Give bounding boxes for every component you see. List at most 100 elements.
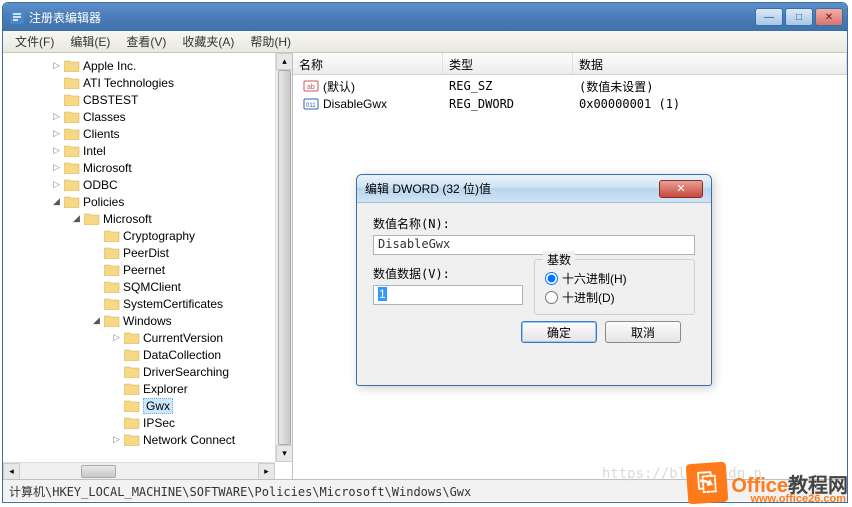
- tree-label: Apple Inc.: [83, 59, 136, 73]
- tree-item[interactable]: ◢Microsoft: [3, 210, 292, 227]
- tree-item[interactable]: PeerDist: [3, 244, 292, 261]
- tree-label: Classes: [83, 110, 126, 124]
- tree-item[interactable]: ▷ CurrentVersion: [3, 329, 292, 346]
- tree-label: SQMClient: [123, 280, 181, 294]
- expander-icon[interactable]: [91, 264, 102, 275]
- radio-hex-input[interactable]: [545, 272, 558, 285]
- expander-icon[interactable]: [111, 417, 122, 428]
- tree-item[interactable]: SystemCertificates: [3, 295, 292, 312]
- expander-closed-icon[interactable]: ▷: [51, 145, 62, 156]
- tree-item[interactable]: ▷ Apple Inc.: [3, 57, 292, 74]
- titlebar[interactable]: 注册表编辑器 — □ ✕: [3, 3, 847, 31]
- col-name[interactable]: 名称: [293, 53, 443, 74]
- expander-open-icon[interactable]: ◢: [71, 213, 82, 224]
- logo-badge: ⎘ Office教程网 www.office26.com: [687, 463, 848, 503]
- radio-dec[interactable]: 十进制(D): [545, 289, 684, 306]
- expander-icon[interactable]: [111, 366, 122, 377]
- tree-label: CBSTEST: [83, 93, 138, 107]
- expander-closed-icon[interactable]: ▷: [51, 60, 62, 71]
- tree-item[interactable]: ◢ Policies: [3, 193, 292, 210]
- tree-item[interactable]: DriverSearching: [3, 363, 292, 380]
- value-name: (默认): [323, 78, 355, 95]
- menu-favorites[interactable]: 收藏夹(A): [174, 31, 242, 52]
- tree-item[interactable]: ▷Network Connect: [3, 431, 292, 448]
- menu-file[interactable]: 文件(F): [7, 31, 62, 52]
- tree-vertical-scrollbar[interactable]: ▴ ▾: [275, 53, 292, 462]
- scroll-thumb[interactable]: [81, 465, 116, 478]
- scroll-left-icon[interactable]: ◂: [3, 463, 20, 480]
- tree-label: Windows: [123, 314, 172, 328]
- scroll-thumb[interactable]: [278, 70, 291, 445]
- expander-closed-icon[interactable]: ▷: [111, 332, 122, 343]
- tree-item[interactable]: ◢ Windows: [3, 312, 292, 329]
- tree-item[interactable]: ▷ Intel: [3, 142, 292, 159]
- tree-item[interactable]: SQMClient: [3, 278, 292, 295]
- tree-item[interactable]: Peernet: [3, 261, 292, 278]
- tree-item[interactable]: ATI Technologies: [3, 74, 292, 91]
- list-header: 名称 类型 数据: [293, 53, 847, 75]
- expander-closed-icon[interactable]: ▷: [111, 434, 122, 445]
- expander-icon[interactable]: [91, 281, 102, 292]
- tree-item[interactable]: DataCollection: [3, 346, 292, 363]
- expander-icon[interactable]: [91, 247, 102, 258]
- close-button[interactable]: ✕: [815, 8, 843, 26]
- radio-dec-input[interactable]: [545, 291, 558, 304]
- tree-item[interactable]: ▷ODBC: [3, 176, 292, 193]
- tree-item[interactable]: ▷ Microsoft: [3, 159, 292, 176]
- col-data[interactable]: 数据: [573, 53, 847, 74]
- tree-item[interactable]: Explorer: [3, 380, 292, 397]
- expander-closed-icon[interactable]: ▷: [51, 179, 62, 190]
- tree-item[interactable]: Gwx: [3, 397, 292, 414]
- col-type[interactable]: 类型: [443, 53, 573, 74]
- expander-icon[interactable]: [91, 298, 102, 309]
- expander-icon[interactable]: [91, 230, 102, 241]
- base-group: 基数 十六进制(H) 十进制(D): [534, 259, 695, 315]
- tree-item[interactable]: ▷Clients: [3, 125, 292, 142]
- cancel-button[interactable]: 取消: [605, 321, 681, 343]
- tree-item[interactable]: IPSec: [3, 414, 292, 431]
- menu-edit[interactable]: 编辑(E): [62, 31, 118, 52]
- value-name-label: 数值名称(N):: [373, 215, 695, 232]
- radio-hex[interactable]: 十六进制(H): [545, 270, 684, 287]
- base-label: 基数: [543, 251, 575, 268]
- expander-closed-icon[interactable]: ▷: [51, 128, 62, 139]
- expander-icon[interactable]: [51, 94, 62, 105]
- expander-closed-icon[interactable]: ▷: [51, 111, 62, 122]
- expander-icon[interactable]: [51, 77, 62, 88]
- expander-icon[interactable]: [111, 400, 122, 411]
- scroll-right-icon[interactable]: ▸: [258, 463, 275, 480]
- list-row[interactable]: ab(默认)REG_SZ(数值未设置): [293, 77, 847, 95]
- tree-pane[interactable]: ▷ Apple Inc.ATI Technologies CBSTEST ▷ Class…: [3, 53, 293, 479]
- app-icon: [9, 9, 25, 25]
- tree-label: CurrentVersion: [143, 331, 223, 345]
- expander-closed-icon[interactable]: ▷: [51, 162, 62, 173]
- maximize-button[interactable]: □: [785, 8, 813, 26]
- value-name-field[interactable]: DisableGwx: [373, 235, 695, 255]
- scroll-down-icon[interactable]: ▾: [276, 445, 293, 462]
- tree-item[interactable]: Cryptography: [3, 227, 292, 244]
- tree-label: Policies: [83, 195, 124, 209]
- window-title: 注册表编辑器: [29, 9, 753, 26]
- expander-icon[interactable]: [111, 349, 122, 360]
- list-row[interactable]: 011DisableGwxREG_DWORD0x00000001 (1): [293, 95, 847, 113]
- scroll-up-icon[interactable]: ▴: [276, 53, 293, 70]
- dialog-close-button[interactable]: ✕: [659, 180, 703, 198]
- menu-view[interactable]: 查看(V): [118, 31, 174, 52]
- tree-label: Microsoft: [83, 161, 132, 175]
- tree-label: Explorer: [143, 382, 188, 396]
- expander-icon[interactable]: [111, 383, 122, 394]
- value-data-input[interactable]: 1: [373, 285, 523, 305]
- menu-help[interactable]: 帮助(H): [242, 31, 299, 52]
- tree-item[interactable]: ▷ Classes: [3, 108, 292, 125]
- dialog-titlebar[interactable]: 编辑 DWORD (32 位)值 ✕: [357, 175, 711, 203]
- expander-open-icon[interactable]: ◢: [51, 196, 62, 207]
- ok-button[interactable]: 确定: [521, 321, 597, 343]
- svg-text:011: 011: [306, 103, 316, 109]
- value-data-label: 数值数据(V):: [373, 265, 534, 282]
- expander-open-icon[interactable]: ◢: [91, 315, 102, 326]
- minimize-button[interactable]: —: [755, 8, 783, 26]
- tree-label: Intel: [83, 144, 106, 158]
- tree-item[interactable]: CBSTEST: [3, 91, 292, 108]
- tree-horizontal-scrollbar[interactable]: ◂ ▸: [3, 462, 275, 479]
- logo-icon: ⎘: [686, 462, 729, 505]
